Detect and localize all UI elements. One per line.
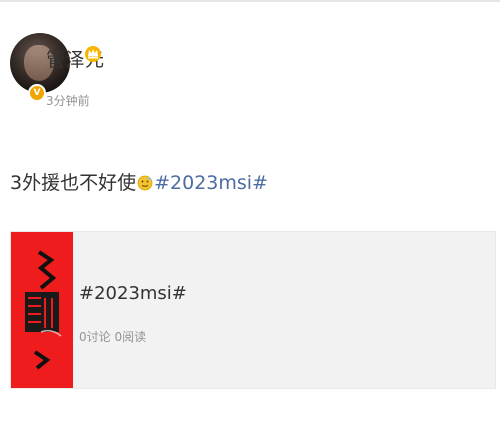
verified-badge-icon: V (28, 84, 46, 102)
face-emoji-icon (137, 175, 153, 191)
post-body: 3外援也不好使 #2023msi# (10, 168, 268, 195)
topic-card-cover (11, 232, 73, 388)
post-text: 3外援也不好使 (10, 172, 137, 194)
topic-card-title[interactable]: #2023msi# (79, 283, 187, 304)
topic-card-stats: 0讨论 0阅读 (79, 330, 147, 344)
post-timestamp[interactable]: 3分钟前 (46, 92, 90, 109)
top-divider (0, 0, 500, 2)
topic-link[interactable]: #2023msi# (154, 172, 268, 194)
topic-card[interactable]: #2023msi# 0讨论 0阅读 (10, 231, 496, 389)
topic-cover-art-icon (11, 232, 73, 388)
vip-crown-icon (85, 46, 101, 62)
